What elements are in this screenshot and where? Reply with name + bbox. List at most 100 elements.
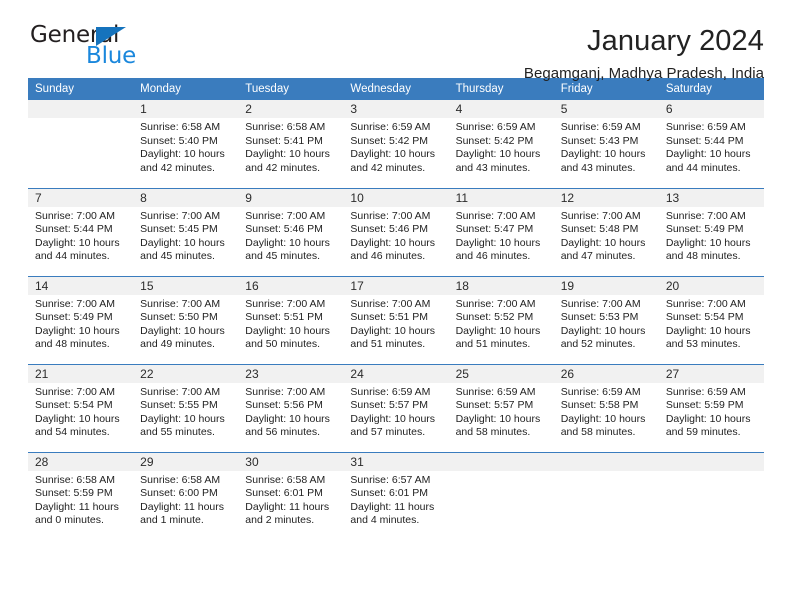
calendar-day-cell[interactable]: 17 Sunrise: 7:00 AM Sunset: 5:51 PM Dayligh…: [343, 275, 449, 364]
daylight-duration-line1: Daylight: 10 hours: [140, 412, 225, 425]
weekday-header-monday: Monday: [133, 78, 239, 100]
daylight-duration-line1: Daylight: 10 hours: [35, 236, 120, 249]
calendar-week-row: 7 Sunrise: 7:00 AM Sunset: 5:44 PM Daylight…: [28, 187, 764, 276]
daylight-duration-line2: and 42 minutes.: [350, 161, 426, 174]
calendar-day-cell[interactable]: 22 Sunrise: 7:00 AM Sunset: 5:55 PM Dayligh…: [133, 363, 239, 452]
sunset-time: Sunset: 5:57 PM: [455, 399, 534, 412]
daylight-duration-line2: and 55 minutes.: [140, 426, 215, 439]
sunrise-time: Sunrise: 6:57 AM: [350, 473, 431, 486]
sunrise-time: Sunrise: 7:00 AM: [35, 385, 115, 398]
general-blue-logo[interactable]: General Blue: [28, 24, 148, 74]
weekday-header-sunday: Sunday: [28, 78, 134, 100]
daylight-duration-line1: Daylight: 11 hours: [350, 500, 435, 513]
day-details: Sunrise: 7:00 AM Sunset: 5:49 PM Daylight:…: [659, 207, 764, 264]
calendar-day-cell[interactable]: 24 Sunrise: 6:59 AM Sunset: 5:57 PM Dayligh…: [343, 363, 449, 452]
calendar-day-cell[interactable]: 4 Sunrise: 6:59 AM Sunset: 5:42 PM Daylight…: [448, 100, 554, 188]
calendar-week-row: 21 Sunrise: 7:00 AM Sunset: 5:54 PM Dayligh…: [28, 363, 764, 452]
calendar-day-cell[interactable]: 13 Sunrise: 7:00 AM Sunset: 5:49 PM Dayligh…: [658, 187, 764, 276]
calendar-day-cell[interactable]: 3 Sunrise: 6:59 AM Sunset: 5:42 PM Daylight…: [343, 100, 449, 188]
sunrise-time: Sunrise: 7:00 AM: [245, 209, 326, 222]
daylight-duration-line1: Daylight: 10 hours: [560, 236, 646, 249]
title-block: January 2024 Begamganj, Madhya Pradesh, …: [524, 24, 764, 82]
daylight-duration-line1: Daylight: 10 hours: [35, 412, 120, 425]
day-number: 24: [343, 364, 449, 383]
day-details: Sunrise: 7:00 AM Sunset: 5:52 PM Daylight:…: [449, 295, 554, 352]
daylight-duration-line2: and 52 minutes.: [560, 338, 636, 351]
day-number: 10: [343, 188, 449, 207]
day-number: 31: [343, 452, 449, 471]
calendar-day-cell[interactable]: 29 Sunrise: 6:58 AM Sunset: 6:00 PM Dayligh…: [133, 451, 239, 540]
calendar-day-cell[interactable]: 14 Sunrise: 7:00 AM Sunset: 5:49 PM Dayligh…: [28, 275, 134, 364]
day-details: Sunrise: 7:00 AM Sunset: 5:50 PM Daylight:…: [133, 295, 238, 352]
calendar-day-cell[interactable]: 31 Sunrise: 6:57 AM Sunset: 6:01 PM Dayligh…: [343, 451, 449, 540]
calendar-day-cell[interactable]: 26 Sunrise: 6:59 AM Sunset: 5:58 PM Dayligh…: [553, 363, 659, 452]
daylight-duration-line1: Daylight: 10 hours: [245, 236, 330, 249]
sunset-time: Sunset: 5:54 PM: [35, 399, 113, 412]
daylight-duration-line2: and 48 minutes.: [35, 338, 110, 351]
logo-word-blue: Blue: [86, 43, 137, 69]
day-details: Sunrise: 6:59 AM Sunset: 5:59 PM Daylight:…: [659, 383, 764, 440]
day-number: 9: [238, 188, 344, 207]
calendar-day-cell[interactable]: 30 Sunrise: 6:58 AM Sunset: 6:01 PM Dayligh…: [238, 451, 344, 540]
daylight-duration-line2: and 44 minutes.: [35, 250, 110, 263]
calendar-day-cell[interactable]: 12 Sunrise: 7:00 AM Sunset: 5:48 PM Dayligh…: [553, 187, 659, 276]
daylight-duration-line2: and 56 minutes.: [245, 426, 320, 439]
calendar-day-cell[interactable]: 10 Sunrise: 7:00 AM Sunset: 5:46 PM Dayligh…: [343, 187, 449, 276]
daylight-duration-line2: and 45 minutes.: [140, 250, 215, 263]
calendar-day-cell[interactable]: 19 Sunrise: 7:00 AM Sunset: 5:53 PM Dayligh…: [553, 275, 659, 364]
day-details: Sunrise: 7:00 AM Sunset: 5:44 PM Daylight:…: [28, 207, 133, 264]
calendar-day-cell[interactable]: 25 Sunrise: 6:59 AM Sunset: 5:57 PM Dayligh…: [448, 363, 554, 452]
daylight-duration-line2: and 45 minutes.: [245, 250, 320, 263]
calendar-day-cell[interactable]: 20 Sunrise: 7:00 AM Sunset: 5:54 PM Dayligh…: [658, 275, 764, 364]
day-details: Sunrise: 7:00 AM Sunset: 5:56 PM Daylight:…: [238, 383, 343, 440]
day-number: 19: [553, 276, 659, 295]
calendar-day-cell[interactable]: 5 Sunrise: 6:59 AM Sunset: 5:43 PM Daylight…: [553, 100, 659, 188]
day-number: 21: [28, 364, 134, 383]
day-details: Sunrise: 7:00 AM Sunset: 5:49 PM Daylight:…: [28, 295, 133, 352]
calendar-day-cell[interactable]: 9 Sunrise: 7:00 AM Sunset: 5:46 PM Daylight…: [238, 187, 344, 276]
sunset-time: Sunset: 5:55 PM: [140, 399, 218, 412]
daylight-duration-line2: and 50 minutes.: [245, 338, 320, 351]
sunset-time: Sunset: 5:46 PM: [350, 223, 429, 236]
calendar-day-cell[interactable]: 11 Sunrise: 7:00 AM Sunset: 5:47 PM Dayligh…: [448, 187, 554, 276]
day-number: 18: [448, 276, 554, 295]
calendar-day-cell[interactable]: 15 Sunrise: 7:00 AM Sunset: 5:50 PM Dayligh…: [133, 275, 239, 364]
calendar-day-cell[interactable]: 7 Sunrise: 7:00 AM Sunset: 5:44 PM Daylight…: [28, 187, 134, 276]
calendar-day-cell[interactable]: 1 Sunrise: 6:58 AM Sunset: 5:40 PM Daylight…: [133, 100, 239, 188]
daylight-duration-line2: and 49 minutes.: [140, 338, 215, 351]
daylight-duration-line2: and 58 minutes.: [455, 426, 531, 439]
sunset-time: Sunset: 5:51 PM: [350, 311, 429, 324]
daylight-duration-line2: and 42 minutes.: [245, 161, 320, 174]
calendar-day-cell[interactable]: 27 Sunrise: 6:59 AM Sunset: 5:59 PM Dayligh…: [658, 363, 764, 452]
day-number: 22: [133, 364, 239, 383]
day-number: 1: [133, 100, 239, 118]
sunrise-time: Sunrise: 7:00 AM: [665, 209, 746, 222]
calendar-day-cell[interactable]: 16 Sunrise: 7:00 AM Sunset: 5:51 PM Dayligh…: [238, 275, 344, 364]
calendar-day-cell[interactable]: 2 Sunrise: 6:58 AM Sunset: 5:41 PM Daylight…: [238, 100, 344, 188]
calendar-day-cell[interactable]: 6 Sunrise: 6:59 AM Sunset: 5:44 PM Daylight…: [658, 100, 764, 188]
day-details: Sunrise: 7:00 AM Sunset: 5:53 PM Daylight:…: [554, 295, 659, 352]
calendar-day-cell[interactable]: 18 Sunrise: 7:00 AM Sunset: 5:52 PM Dayligh…: [448, 275, 554, 364]
daylight-duration-line1: Daylight: 10 hours: [560, 148, 646, 161]
calendar-day-cell[interactable]: 23 Sunrise: 7:00 AM Sunset: 5:56 PM Dayligh…: [238, 363, 344, 452]
sunset-time: Sunset: 5:49 PM: [35, 311, 113, 324]
sunrise-time: Sunrise: 7:00 AM: [350, 297, 431, 310]
calendar-day-cell[interactable]: 21 Sunrise: 7:00 AM Sunset: 5:54 PM Dayligh…: [28, 363, 134, 452]
weekday-header-wednesday: Wednesday: [343, 78, 449, 100]
sunset-time: Sunset: 5:44 PM: [35, 223, 113, 236]
calendar-day-cell[interactable]: 28 Sunrise: 6:58 AM Sunset: 5:59 PM Dayligh…: [28, 451, 134, 540]
sunrise-time: Sunrise: 6:59 AM: [350, 121, 431, 133]
day-details: Sunrise: 7:00 AM Sunset: 5:51 PM Daylight:…: [343, 295, 448, 352]
daylight-duration-line1: Daylight: 10 hours: [665, 324, 751, 337]
daylight-duration-line2: and 42 minutes.: [140, 161, 215, 174]
sunrise-time: Sunrise: 6:58 AM: [245, 473, 326, 486]
calendar-day-cell[interactable]: 8 Sunrise: 7:00 AM Sunset: 5:45 PM Daylight…: [133, 187, 239, 276]
sunrise-time: Sunrise: 7:00 AM: [350, 209, 431, 222]
daylight-duration-line1: Daylight: 10 hours: [665, 148, 751, 161]
daylight-duration-line1: Daylight: 10 hours: [245, 324, 330, 337]
day-details: Sunrise: 6:58 AM Sunset: 6:00 PM Daylight:…: [133, 471, 238, 528]
day-number: 23: [238, 364, 344, 383]
day-details: Sunrise: 7:00 AM Sunset: 5:45 PM Daylight:…: [133, 207, 238, 264]
sunset-time: Sunset: 6:01 PM: [245, 487, 323, 500]
daylight-duration-line2: and 43 minutes.: [455, 161, 531, 174]
